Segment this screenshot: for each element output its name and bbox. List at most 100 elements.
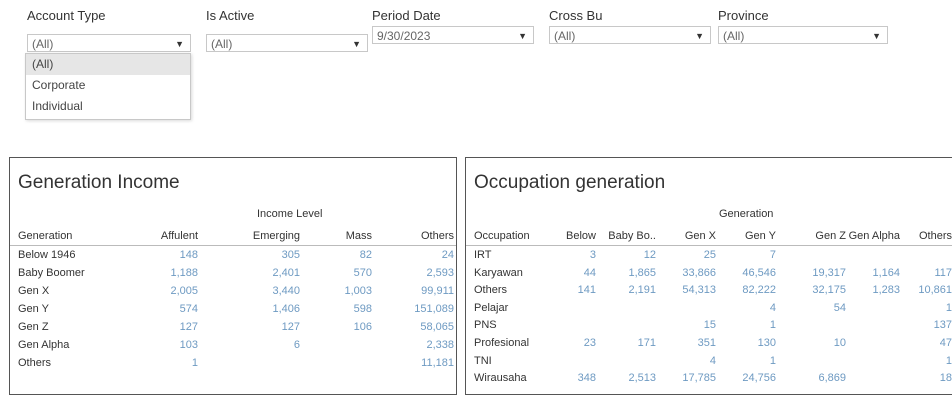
table-cell[interactable]: 7 [736,246,776,264]
table-cell[interactable]: 32,175 [806,281,846,299]
row-label: Below 1946 [18,249,76,261]
table-cell[interactable]: 3 [558,246,596,264]
table-cell[interactable]: 171 [604,334,656,352]
row-label: Gen Y [18,303,49,315]
table-cell[interactable]: 1 [906,299,952,317]
table-cell[interactable]: 1,003 [332,282,372,300]
select-value: (All) [723,29,745,43]
table-row: Below 1946 148 305 82 24 [10,246,456,264]
column-header-gen-y: Gen Y [745,230,776,242]
table-cell[interactable]: 2,005 [152,282,198,300]
table-cell[interactable]: 1 [906,352,952,370]
province-select[interactable]: (All) ▼ [718,26,888,44]
occupation-generation-panel: Occupation generation Generation Occupat… [465,157,952,395]
table-cell[interactable]: 24,756 [736,369,776,387]
table-cell[interactable]: 103 [152,336,198,354]
table-cell[interactable]: 47 [906,334,952,352]
row-label: Baby Boomer [18,267,85,279]
table-cell[interactable]: 10 [806,334,846,352]
dropdown-option-corporate[interactable]: Corporate [26,75,190,96]
table-cell[interactable]: 137 [906,316,952,334]
table-cell[interactable]: 1,865 [604,264,656,282]
table-row: Others 1 11,181 [10,354,456,372]
table-cell[interactable]: 54,313 [676,281,716,299]
table-cell[interactable]: 348 [558,369,596,387]
table-cell[interactable]: 15 [676,316,716,334]
row-label: Gen Alpha [18,339,70,351]
table-cell[interactable]: 127 [152,318,198,336]
table-row: Baby Boomer 1,188 2,401 570 2,593 [10,264,456,282]
account-type-select[interactable]: (All) ▼ [27,34,191,52]
table-cell[interactable]: 2,513 [604,369,656,387]
is-active-select[interactable]: (All) ▼ [206,34,368,52]
dropdown-option-individual[interactable]: Individual [26,96,190,117]
table-row: Wirausaha 348 2,513 17,785 24,756 6,869 18 [466,369,952,387]
table-cell[interactable]: 117 [906,264,952,282]
table-cell[interactable]: 54 [806,299,846,317]
table-cell[interactable]: 6 [242,336,300,354]
table-cell[interactable]: 2,338 [410,336,454,354]
table-cell[interactable]: 130 [736,334,776,352]
table-cell[interactable]: 351 [676,334,716,352]
panel-title: Generation Income [18,172,180,193]
dropdown-option-all[interactable]: (All) [26,54,190,75]
table-cell[interactable]: 148 [152,246,198,264]
table-cell[interactable]: 2,191 [604,281,656,299]
table-cell[interactable]: 141 [558,281,596,299]
table-cell[interactable]: 23 [558,334,596,352]
table-cell[interactable]: 2,401 [242,264,300,282]
row-label: Wirausaha [474,372,527,385]
table-cell[interactable]: 99,911 [410,282,454,300]
table-cell[interactable]: 46,546 [736,264,776,282]
table-cell[interactable]: 1,406 [242,300,300,318]
period-date-select[interactable]: 9/30/2023 ▼ [372,26,534,44]
table-cell[interactable]: 305 [242,246,300,264]
table-cell[interactable]: 570 [332,264,372,282]
table-cell[interactable]: 4 [736,299,776,317]
table-cell[interactable]: 1,188 [152,264,198,282]
table-cell[interactable]: 10,861 [906,281,952,299]
table-cell[interactable]: 33,866 [676,264,716,282]
row-label: Others [474,284,508,297]
table-cell[interactable]: 151,089 [410,300,454,318]
table-cell[interactable]: 12 [604,246,656,264]
table-cell[interactable]: 1 [736,352,776,370]
table-cell[interactable]: 1 [736,316,776,334]
row-label: Gen Z [18,321,49,333]
table-cell[interactable]: 3,440 [242,282,300,300]
table-cell[interactable]: 1 [152,354,198,372]
generation-group-header: Generation [719,208,774,220]
table-row: Profesional 23 171 351 130 10 47 [466,334,952,352]
table-cell[interactable]: 574 [152,300,198,318]
table-cell[interactable]: 82 [332,246,372,264]
table-cell[interactable]: 106 [332,318,372,336]
column-header-baby-boomer: Baby Bo.. [608,230,656,242]
table-row: Others 141 2,191 54,313 82,222 32,175 1,283 10,… [466,281,952,299]
row-label: TNI [474,354,492,367]
row-label: Pelajar [474,301,509,314]
cross-bu-select[interactable]: (All) ▼ [549,26,711,44]
table-cell[interactable]: 4 [676,352,716,370]
table-cell[interactable]: 25 [676,246,716,264]
table-cell[interactable]: 24 [410,246,454,264]
filter-account-type: Account Type [27,8,106,24]
table-cell[interactable]: 17,785 [676,369,716,387]
table-cell[interactable]: 1,164 [842,264,900,282]
table-cell[interactable]: 127 [242,318,300,336]
table-cell[interactable]: 2,593 [410,264,454,282]
table-cell[interactable]: 6,869 [806,369,846,387]
table-cell[interactable]: 18 [906,369,952,387]
table-cell[interactable]: 598 [332,300,372,318]
table-cell[interactable]: 44 [558,264,596,282]
row-label: Karyawan [474,266,523,279]
table-cell[interactable]: 19,317 [806,264,846,282]
column-header-gen-z: Gen Z [815,230,846,242]
select-value: (All) [211,37,233,51]
column-header-affulent: Affulent [160,230,198,242]
table-cell[interactable]: 11,181 [410,354,454,372]
table-row: IRT 3 12 25 7 [466,246,952,264]
table-cell[interactable]: 58,065 [410,318,454,336]
table-cell[interactable]: 82,222 [736,281,776,299]
table-cell[interactable]: 1,283 [842,281,900,299]
table-row: PNS 15 1 137 [466,316,952,334]
